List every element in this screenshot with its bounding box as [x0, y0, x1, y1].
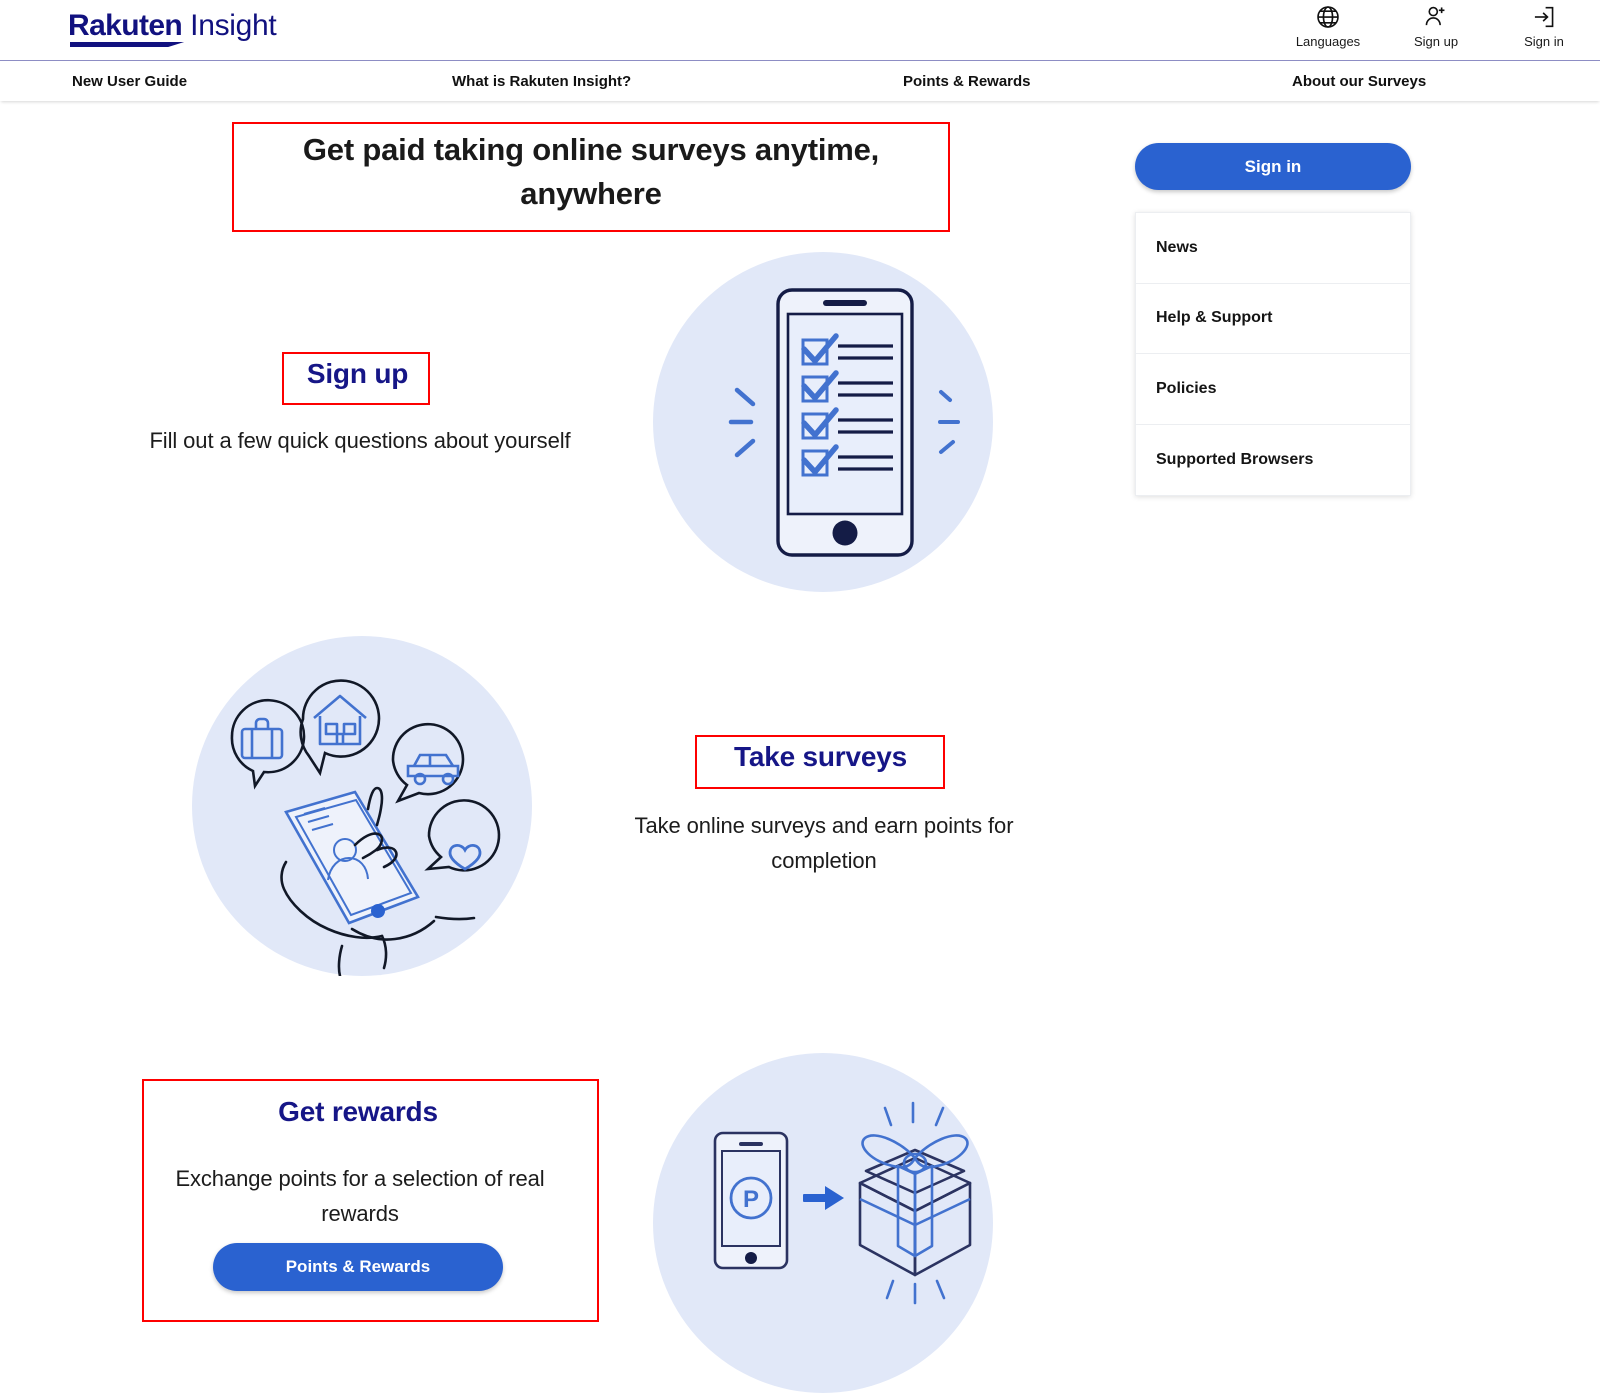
nav-item-points-rewards[interactable]: Points & Rewards [903, 61, 1031, 102]
header-actions: Languages Sign up Sign in [1292, 3, 1580, 49]
rakuten-insight-logo[interactable]: Rakuten Insight [68, 9, 277, 42]
main-navigation: New User Guide What is Rakuten Insight? … [0, 60, 1600, 101]
user-plus-icon [1423, 3, 1449, 31]
phone-checklist-illustration [653, 252, 993, 592]
feature-description-sign-up: Fill out a few quick questions about you… [149, 428, 571, 453]
signin-cta-button[interactable]: Sign in [1135, 143, 1411, 190]
feature-description-get-rewards: Exchange points for a selection of real … [175, 1166, 545, 1226]
languages-button[interactable]: Languages [1292, 3, 1364, 49]
hand-phone-bubbles-illustration [192, 636, 532, 978]
svg-text:P: P [743, 1186, 759, 1213]
feature-title-take-surveys: Take surveys [734, 741, 907, 772]
nav-item-what-is-rakuten-insight[interactable]: What is Rakuten Insight? [452, 61, 631, 102]
site-header: Rakuten Insight Languages Sign up Sign i… [0, 0, 1600, 60]
sidebar-item-policies[interactable]: Policies [1136, 354, 1410, 425]
languages-label: Languages [1295, 34, 1361, 49]
sidebar-links-card: News Help & Support Policies Supported B… [1135, 212, 1411, 496]
page-title: Get paid taking online surveys anytime, … [302, 132, 880, 212]
sidebar-item-news[interactable]: News [1136, 213, 1410, 284]
feature-description-take-surveys: Take online surveys and earn points for … [634, 813, 1014, 873]
points-to-gift-illustration: P [653, 1053, 993, 1393]
nav-item-about-our-surveys[interactable]: About our Surveys [1292, 61, 1426, 102]
signin-button-header[interactable]: Sign in [1508, 3, 1580, 49]
sign-in-icon [1531, 3, 1557, 31]
sidebar-item-supported-browsers[interactable]: Supported Browsers [1136, 425, 1410, 496]
nav-item-new-user-guide[interactable]: New User Guide [72, 61, 187, 102]
page-root: Rakuten Insight Languages Sign up Sign i… [0, 0, 1600, 1393]
signup-label: Sign up [1413, 34, 1459, 49]
globe-icon [1315, 3, 1341, 31]
feature-title-get-rewards: Get rewards [278, 1096, 438, 1127]
points-rewards-button[interactable]: Points & Rewards [213, 1243, 503, 1291]
signup-button[interactable]: Sign up [1400, 3, 1472, 49]
logo-primary-text: Rakuten [68, 9, 183, 42]
logo-secondary-text: Insight [190, 9, 277, 42]
sidebar: Sign in News Help & Support Policies Sup… [1135, 143, 1411, 496]
feature-title-sign-up: Sign up [306, 358, 409, 389]
sidebar-item-help-support[interactable]: Help & Support [1136, 284, 1410, 354]
signin-label: Sign in [1524, 34, 1564, 49]
